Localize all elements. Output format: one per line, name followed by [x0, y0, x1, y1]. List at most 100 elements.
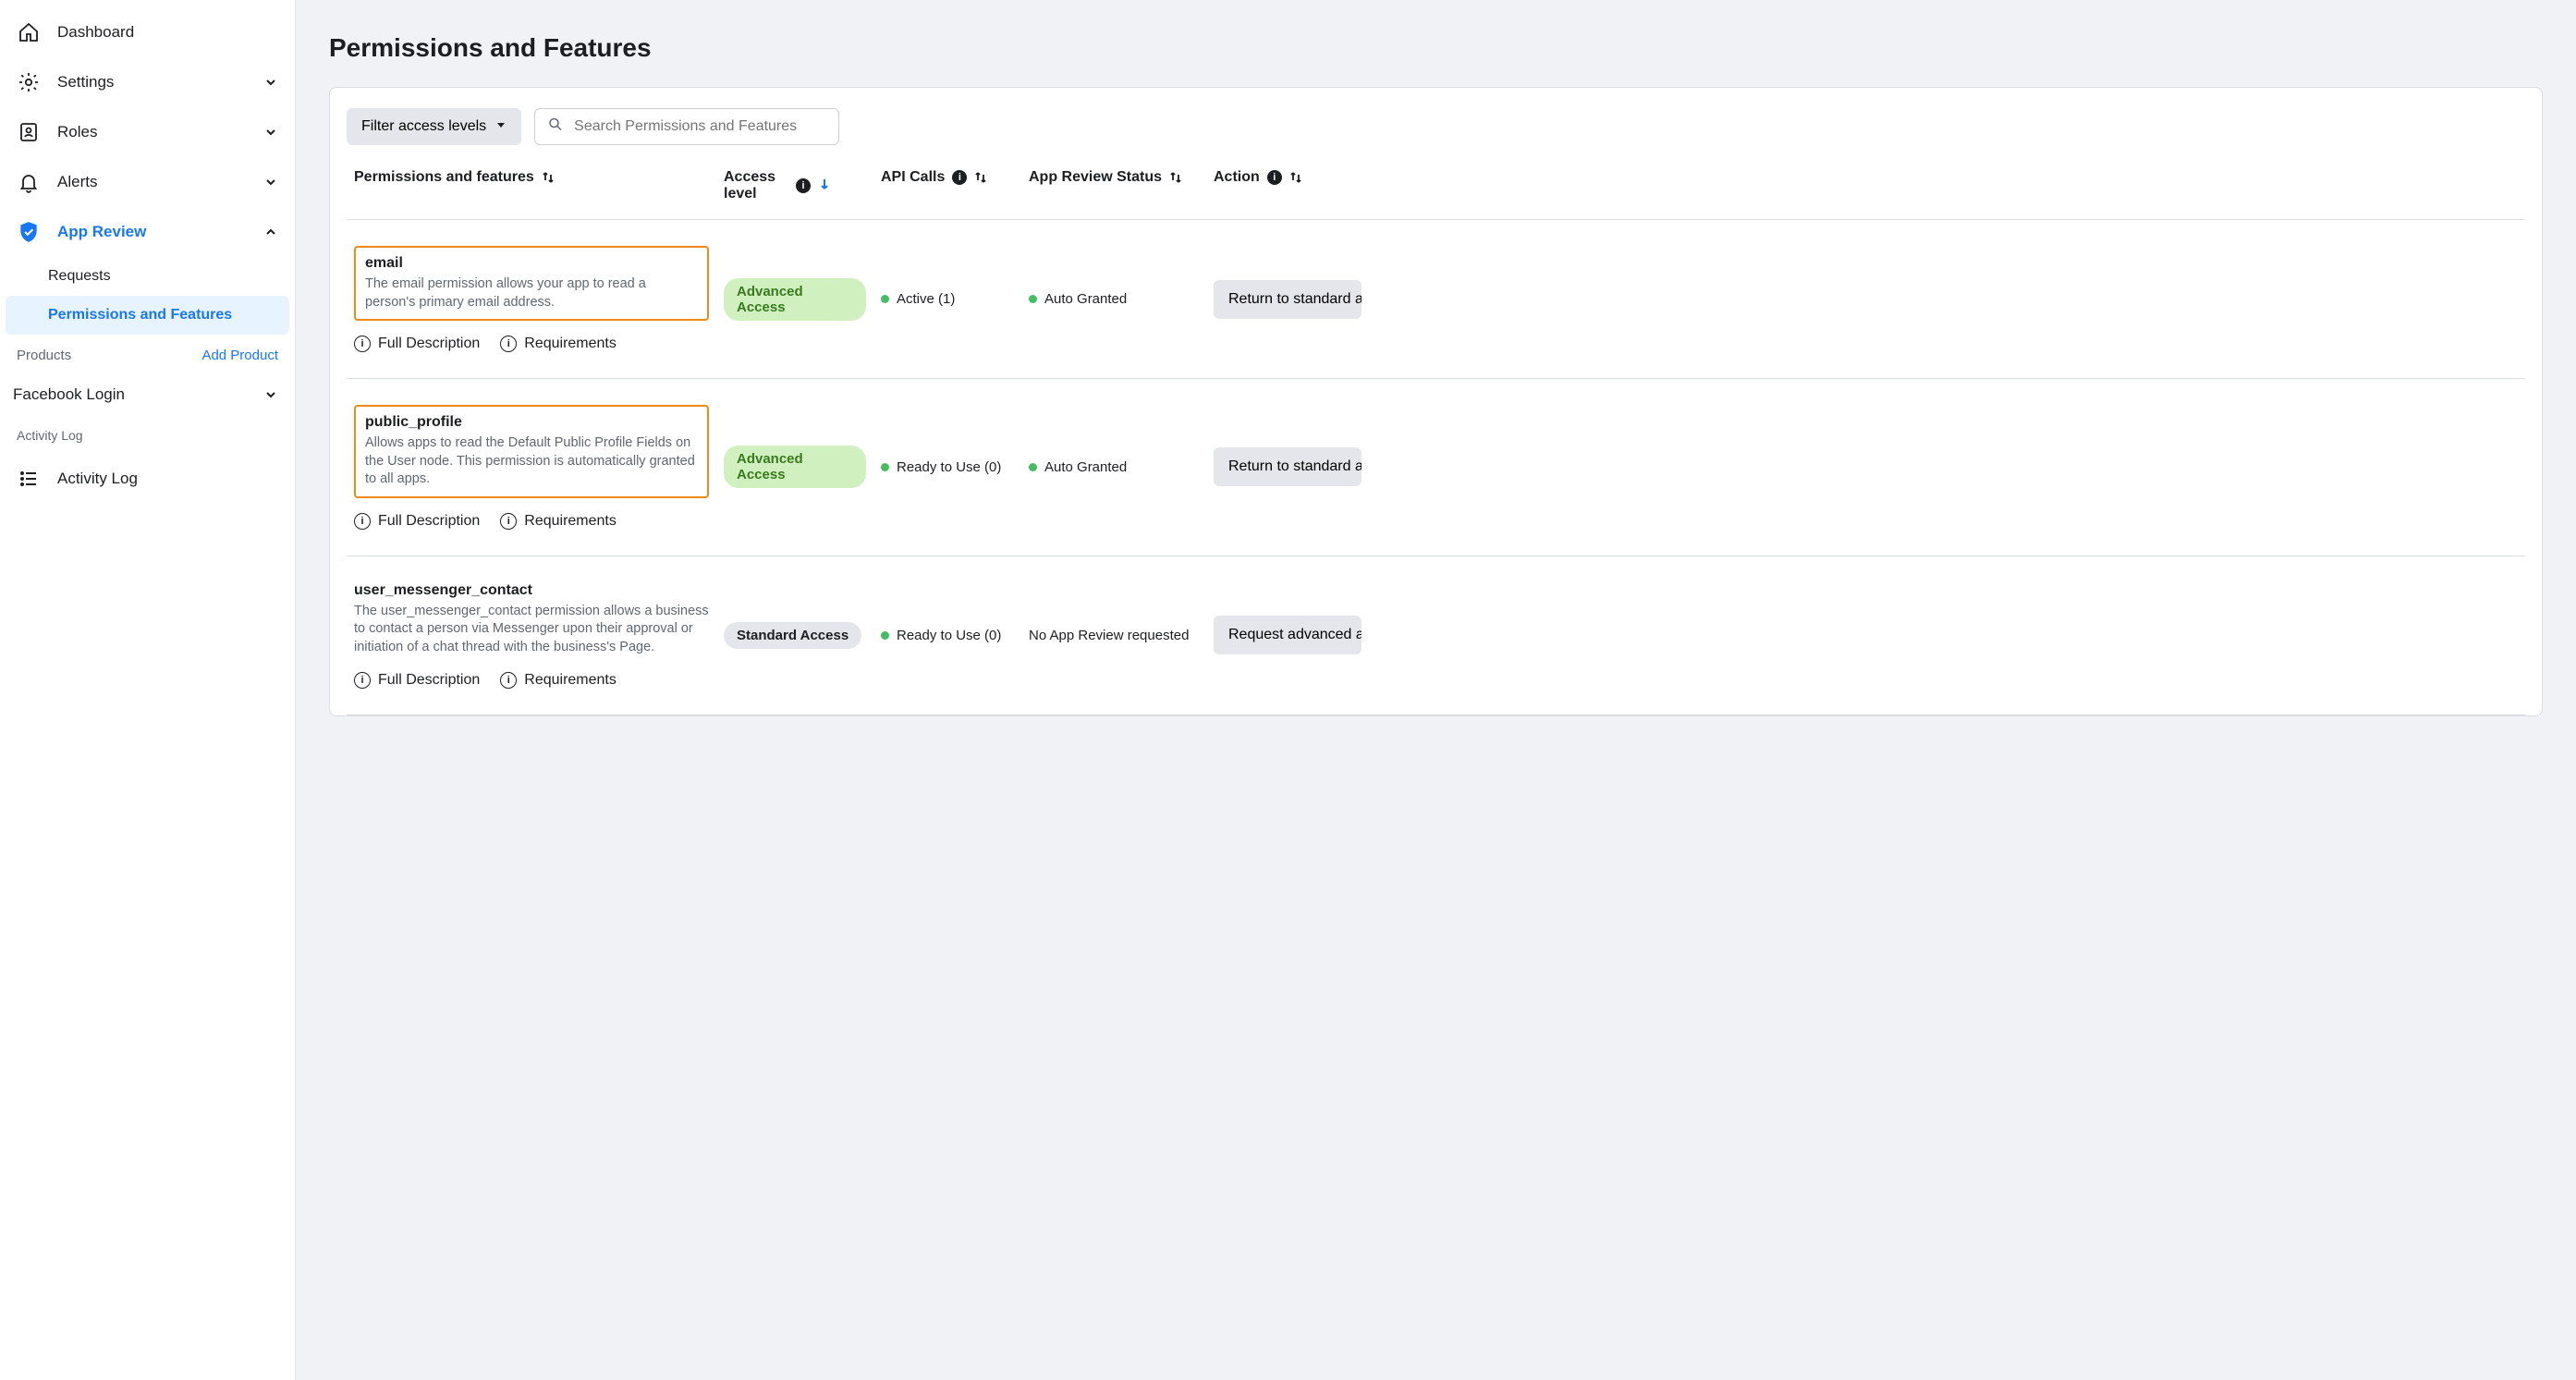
- filter-label: Filter access levels: [361, 118, 486, 135]
- info-circle-icon: i: [354, 336, 371, 352]
- info-icon[interactable]: i: [952, 170, 967, 185]
- list-icon: [17, 467, 41, 491]
- row-action-button[interactable]: Return to standard access: [1214, 280, 1361, 319]
- gear-icon: [17, 70, 41, 94]
- col-app-review-status[interactable]: App Review Status: [1021, 169, 1206, 220]
- shield-check-icon: [17, 220, 41, 244]
- status-dot-icon: [1029, 463, 1037, 471]
- col-label: Access level: [724, 169, 788, 202]
- status-dot-icon: [1029, 295, 1037, 303]
- permission-description: Allows apps to read the Default Public P…: [365, 434, 698, 489]
- products-header: Products Add Product: [0, 335, 295, 372]
- sidebar-label: Facebook Login: [13, 385, 125, 404]
- col-label: Permissions and features: [354, 169, 534, 186]
- sort-icon: [1289, 170, 1302, 185]
- sidebar-label: Alerts: [57, 173, 97, 191]
- col-permissions[interactable]: Permissions and features: [347, 169, 716, 220]
- sort-icon: [974, 170, 987, 185]
- link-label-requirements: Requirements: [524, 513, 617, 530]
- status-dot-icon: [881, 463, 889, 471]
- requirements-link[interactable]: i Requirements: [500, 672, 617, 689]
- sidebar-label: Settings: [57, 73, 114, 92]
- api-status-text: Ready to Use (0): [897, 628, 1001, 643]
- col-label: Action: [1214, 169, 1260, 186]
- api-status-text: Active (1): [897, 291, 955, 307]
- sidebar-item-alerts[interactable]: Alerts: [0, 157, 295, 207]
- home-icon: [17, 20, 41, 44]
- info-circle-icon: i: [354, 672, 371, 689]
- chevron-down-icon: [263, 125, 278, 140]
- caret-down-icon: [495, 118, 507, 135]
- sidebar-sub-permissions[interactable]: Permissions and Features: [6, 296, 289, 335]
- requirements-link[interactable]: i Requirements: [500, 336, 617, 352]
- review-status-text: Auto Granted: [1044, 291, 1127, 307]
- sidebar-item-dashboard[interactable]: Dashboard: [0, 7, 295, 57]
- row-action-button[interactable]: Request advanced access: [1214, 616, 1361, 654]
- id-card-icon: [17, 120, 41, 144]
- link-label-full-desc: Full Description: [378, 672, 480, 689]
- sort-down-active-icon: [818, 177, 831, 196]
- bell-icon: [17, 170, 41, 194]
- col-access-level[interactable]: Access level i: [716, 169, 873, 220]
- info-circle-icon: i: [500, 672, 517, 689]
- chevron-down-icon: [263, 387, 278, 402]
- permission-name: email: [365, 255, 698, 272]
- permission-name: public_profile: [365, 414, 698, 431]
- sidebar-sub-label: Requests: [48, 268, 111, 284]
- sidebar-label: App Review: [57, 223, 146, 241]
- search-wrap: [534, 108, 839, 145]
- controls-row: Filter access levels: [347, 108, 2525, 145]
- permissions-table: Permissions and features Access level i: [347, 169, 2525, 715]
- info-circle-icon: i: [500, 336, 517, 352]
- api-status-text: Ready to Use (0): [897, 459, 1001, 475]
- sidebar-item-facebook-login[interactable]: Facebook Login: [0, 372, 295, 417]
- permission-box: user_messenger_contact The user_messenge…: [354, 582, 709, 657]
- sidebar-item-activity-log[interactable]: Activity Log: [0, 454, 295, 504]
- chevron-down-icon: [263, 175, 278, 189]
- info-circle-icon: i: [500, 513, 517, 530]
- sidebar-sub-requests[interactable]: Requests: [0, 257, 295, 296]
- info-icon[interactable]: i: [1267, 170, 1282, 185]
- sidebar-label: Roles: [57, 123, 97, 141]
- main-content: Permissions and Features Filter access l…: [296, 0, 2576, 1380]
- full-description-link[interactable]: i Full Description: [354, 336, 480, 352]
- page-title: Permissions and Features: [329, 33, 2543, 63]
- permission-box: email The email permission allows your a…: [354, 246, 709, 321]
- search-input[interactable]: [534, 108, 839, 145]
- link-label-requirements: Requirements: [524, 672, 617, 689]
- permission-box: public_profile Allows apps to read the D…: [354, 405, 709, 498]
- link-label-full-desc: Full Description: [378, 336, 480, 352]
- sidebar-item-settings[interactable]: Settings: [0, 57, 295, 107]
- sidebar-item-roles[interactable]: Roles: [0, 107, 295, 157]
- sort-icon: [1169, 170, 1182, 185]
- sidebar: Dashboard Settings Roles Alerts App R: [0, 0, 296, 1380]
- filter-access-levels-button[interactable]: Filter access levels: [347, 108, 521, 145]
- col-action[interactable]: Action i: [1206, 169, 2525, 220]
- requirements-link[interactable]: i Requirements: [500, 513, 617, 530]
- access-badge: Advanced Access: [724, 278, 866, 321]
- info-circle-icon: i: [354, 513, 371, 530]
- full-description-link[interactable]: i Full Description: [354, 513, 480, 530]
- table-row: user_messenger_contact The user_messenge…: [347, 556, 2525, 714]
- permission-description: The user_messenger_contact permission al…: [354, 603, 709, 657]
- full-description-link[interactable]: i Full Description: [354, 672, 480, 689]
- info-icon[interactable]: i: [796, 178, 811, 193]
- row-action-button[interactable]: Return to standard access: [1214, 447, 1361, 486]
- col-label: App Review Status: [1029, 169, 1162, 186]
- link-label-full-desc: Full Description: [378, 513, 480, 530]
- products-label: Products: [17, 348, 71, 363]
- col-api-calls[interactable]: API Calls i: [873, 169, 1021, 220]
- add-product-link[interactable]: Add Product: [201, 348, 278, 363]
- sidebar-label: Activity Log: [57, 470, 138, 488]
- permissions-card: Filter access levels Permissions and fea…: [329, 87, 2543, 716]
- table-row: email The email permission allows your a…: [347, 220, 2525, 379]
- search-icon: [547, 116, 564, 138]
- link-label-requirements: Requirements: [524, 336, 617, 352]
- sidebar-sub-label: Permissions and Features: [48, 307, 232, 323]
- sort-icon: [542, 170, 555, 185]
- review-status-text: Auto Granted: [1044, 459, 1127, 475]
- sidebar-item-app-review[interactable]: App Review: [0, 207, 295, 257]
- review-status-text: No App Review requested: [1029, 628, 1189, 643]
- permission-description: The email permission allows your app to …: [365, 275, 698, 311]
- status-dot-icon: [881, 295, 889, 303]
